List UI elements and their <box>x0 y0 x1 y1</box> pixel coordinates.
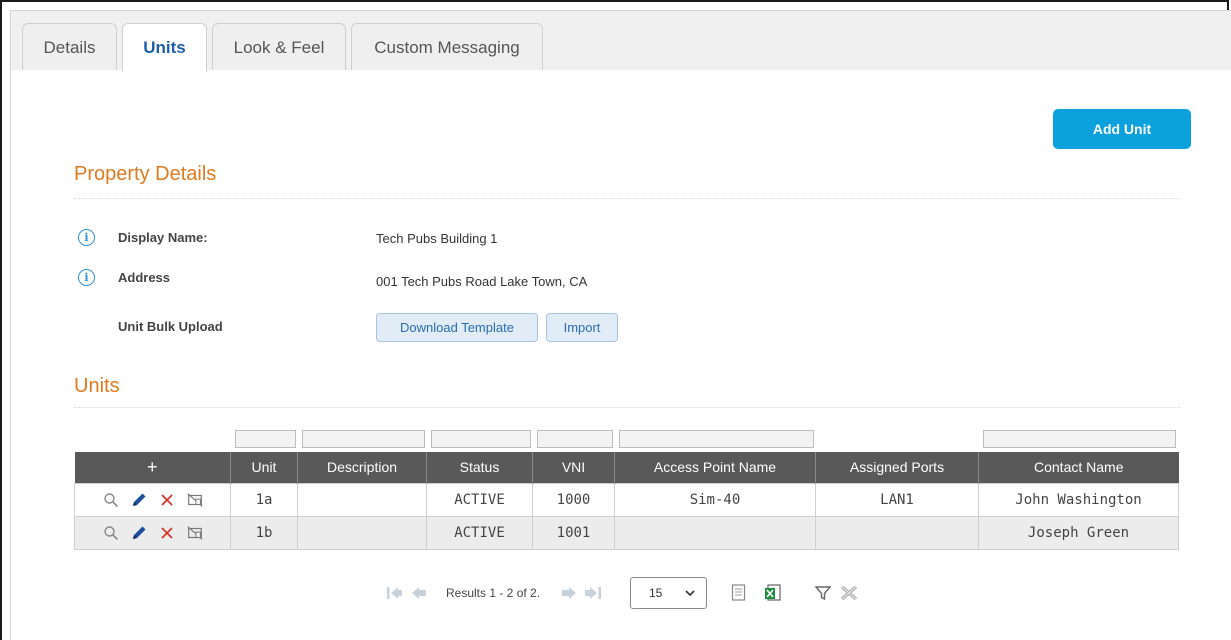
search-icon[interactable] <box>102 524 120 542</box>
display-name-value: Tech Pubs Building 1 <box>376 231 498 246</box>
export-excel-icon[interactable] <box>764 584 782 607</box>
tab-details[interactable]: Details <box>22 23 117 71</box>
column-header-unit[interactable]: Unit <box>230 452 298 483</box>
status-filter-input[interactable] <box>431 430 531 448</box>
chevron-down-icon <box>684 587 696 602</box>
cell-contact-name: John Washington <box>978 482 1179 517</box>
unit-filter-input[interactable] <box>235 430 296 448</box>
units-table: + Unit Description Status VNI Access Poi… <box>74 452 1179 550</box>
previous-page-icon[interactable] <box>410 586 428 605</box>
download-template-button[interactable]: Download Template <box>376 313 538 342</box>
add-row-header-button[interactable]: + <box>74 452 231 483</box>
last-page-icon[interactable] <box>584 586 602 605</box>
page-size-select[interactable]: 15 <box>630 577 707 609</box>
section-divider <box>74 407 1180 408</box>
edit-pencil-icon[interactable] <box>130 524 148 542</box>
column-header-status[interactable]: Status <box>426 452 533 483</box>
cell-status: ACTIVE <box>426 482 533 517</box>
tab-look-and-feel[interactable]: Look & Feel <box>212 23 346 71</box>
property-details-title: Property Details <box>74 163 217 185</box>
row-actions <box>74 482 231 517</box>
first-page-icon[interactable] <box>386 586 404 605</box>
cell-access-point-name <box>614 515 816 550</box>
export-csv-icon[interactable] <box>731 584 747 607</box>
tab-content-panel <box>10 70 1231 640</box>
import-button[interactable]: Import <box>546 313 618 342</box>
table-row[interactable]: 1b ACTIVE 1001 Joseph Green <box>74 515 1179 550</box>
cell-vni: 1000 <box>532 482 615 517</box>
next-page-icon[interactable] <box>560 586 578 605</box>
unit-bulk-upload-label: Unit Bulk Upload <box>118 319 223 334</box>
description-filter-input[interactable] <box>302 430 425 448</box>
units-title: Units <box>74 375 120 397</box>
cell-vni: 1001 <box>532 515 615 550</box>
disable-device-icon[interactable] <box>186 491 204 509</box>
tab-units[interactable]: Units <box>122 23 207 72</box>
cell-description <box>297 515 427 550</box>
cell-contact-name: Joseph Green <box>978 515 1179 550</box>
cell-description <box>297 482 427 517</box>
tab-bar: Details Units Look & Feel Custom Messagi… <box>10 10 1231 72</box>
info-icon[interactable]: i <box>78 269 95 286</box>
column-header-contact-name[interactable]: Contact Name <box>978 452 1179 483</box>
address-value: 001 Tech Pubs Road Lake Town, CA <box>376 274 588 289</box>
search-icon[interactable] <box>102 491 120 509</box>
delete-x-icon[interactable] <box>158 491 176 509</box>
cell-assigned-ports: LAN1 <box>815 482 979 517</box>
cell-access-point-name: Sim-40 <box>614 482 816 517</box>
column-header-assigned-ports[interactable]: Assigned Ports <box>815 452 979 483</box>
edit-pencil-icon[interactable] <box>130 491 148 509</box>
cell-unit: 1b <box>230 515 298 550</box>
address-label: Address <box>118 270 171 285</box>
filter-icon[interactable] <box>814 585 832 606</box>
pager-results-text: Results 1 - 2 of 2. <box>446 586 541 600</box>
tab-custom-messaging[interactable]: Custom Messaging <box>351 23 543 71</box>
display-name-label: Display Name: <box>118 230 208 245</box>
disable-device-icon[interactable] <box>186 524 204 542</box>
table-row[interactable]: 1a ACTIVE 1000 Sim-40 LAN1 John Washingt… <box>74 482 1179 517</box>
cell-assigned-ports <box>815 515 979 550</box>
add-unit-button[interactable]: Add Unit <box>1053 109 1191 149</box>
row-actions <box>74 515 231 550</box>
column-header-vni[interactable]: VNI <box>532 452 615 483</box>
clear-filter-icon[interactable] <box>840 585 858 606</box>
page-size-value: 15 <box>649 586 663 600</box>
section-divider <box>74 198 1180 199</box>
info-icon[interactable]: i <box>78 229 95 246</box>
cell-unit: 1a <box>230 482 298 517</box>
access-point-name-filter-input[interactable] <box>619 430 814 448</box>
contact-name-filter-input[interactable] <box>983 430 1176 448</box>
column-header-access-point-name[interactable]: Access Point Name <box>614 452 816 483</box>
cell-status: ACTIVE <box>426 515 533 550</box>
column-header-description[interactable]: Description <box>297 452 427 483</box>
vni-filter-input[interactable] <box>537 430 613 448</box>
delete-x-icon[interactable] <box>158 524 176 542</box>
